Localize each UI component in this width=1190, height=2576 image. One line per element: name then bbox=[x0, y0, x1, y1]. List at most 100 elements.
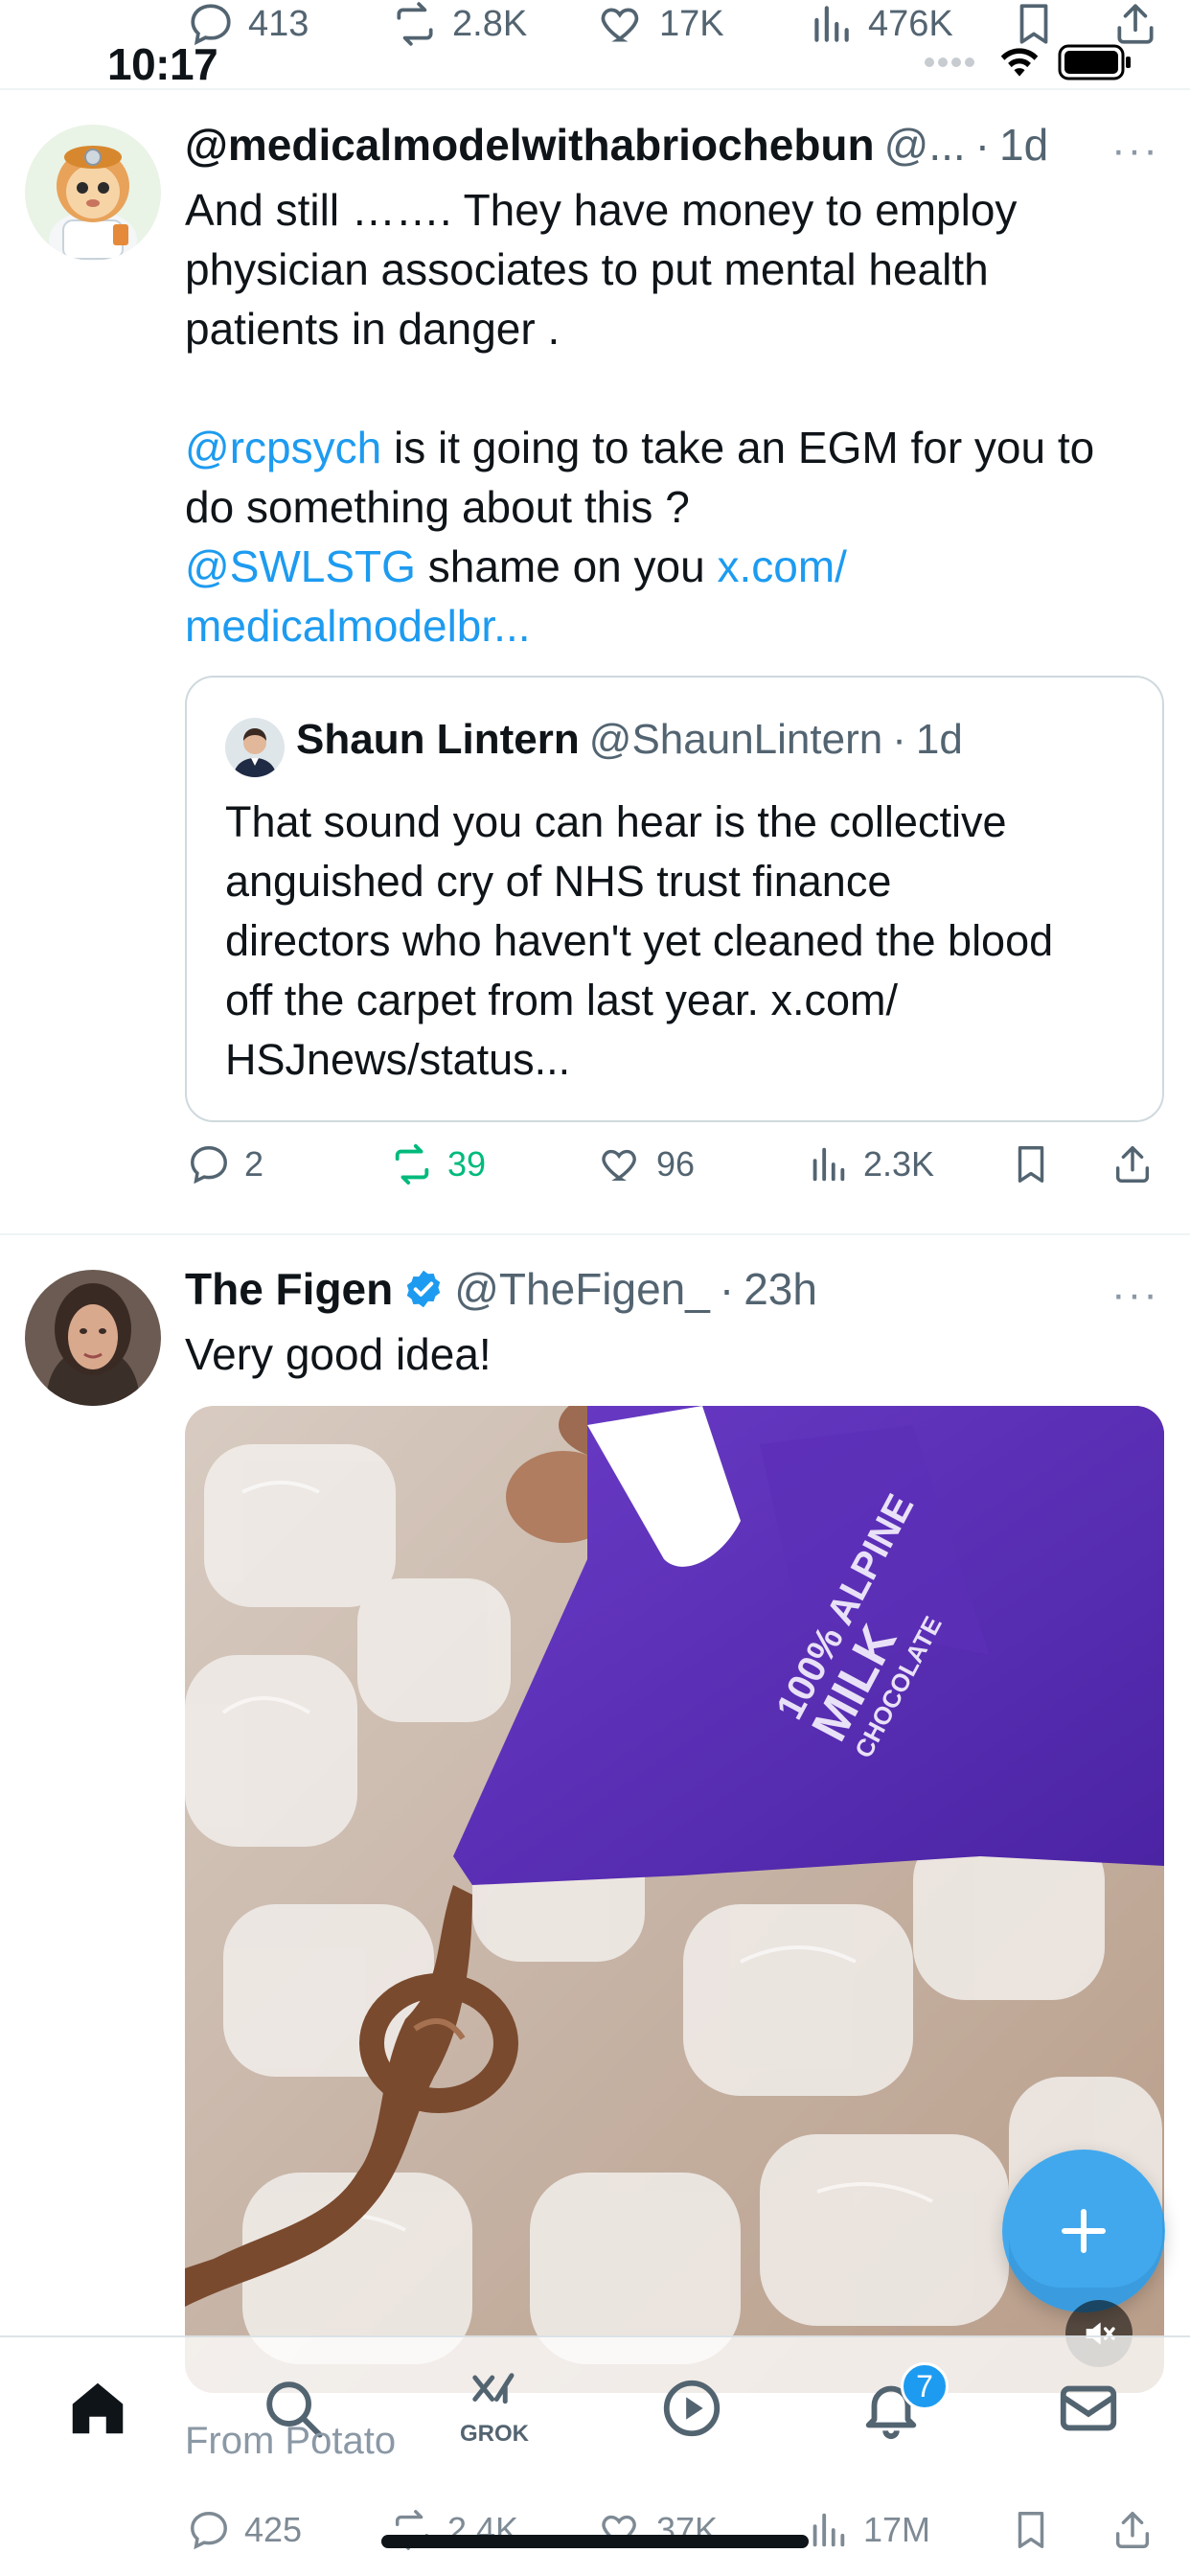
share-button[interactable] bbox=[1110, 1142, 1155, 1186]
author-name[interactable]: @medicalmodelwithabriochebun bbox=[185, 119, 875, 171]
bookmark-icon bbox=[1018, 2512, 1044, 2548]
tweet-line: patients in danger . bbox=[185, 304, 561, 354]
reply-button[interactable]: 425 bbox=[187, 2508, 302, 2552]
separator: · bbox=[974, 120, 991, 170]
quote-time: 1d bbox=[915, 716, 963, 763]
views-button[interactable]: 17M bbox=[806, 2508, 930, 2552]
author-handle[interactable]: @TheFigen_ bbox=[454, 1263, 710, 1315]
grok-icon bbox=[472, 2373, 515, 2404]
tweet-actions: 2 39 96 2.3K bbox=[185, 1142, 1164, 1200]
share-icon bbox=[1115, 1146, 1150, 1183]
quote-author-handle[interactable]: @ShaunLintern bbox=[589, 716, 882, 764]
reply-icon bbox=[191, 1146, 227, 1184]
nav-home[interactable] bbox=[50, 2360, 146, 2456]
share-icon bbox=[1115, 2512, 1150, 2548]
views-icon bbox=[812, 2513, 845, 2547]
play-circle-icon bbox=[663, 2380, 721, 2437]
like-count: 17K bbox=[659, 3, 724, 44]
tweet-link-continued[interactable]: medicalmodelbr... bbox=[185, 596, 1172, 656]
heart-icon bbox=[601, 8, 639, 42]
quote-tweet-card[interactable]: Shaun Lintern @ShaunLintern · 1d That so… bbox=[185, 676, 1164, 1122]
tweet-header: The Figen @TheFigen_ · 23h bbox=[185, 1263, 817, 1315]
tweet-line: @rcpsych is it going to take an EGM for … bbox=[185, 418, 1172, 477]
notifications-badge: 7 bbox=[901, 2362, 949, 2410]
avatar[interactable] bbox=[25, 125, 161, 261]
nav-messages[interactable] bbox=[1041, 2360, 1136, 2456]
quote-line: HSJnews/status... bbox=[225, 1035, 571, 1084]
quote-line: off the carpet from last year. x.com/ bbox=[225, 976, 898, 1024]
bookmark-icon bbox=[1019, 4, 1048, 44]
divider bbox=[0, 88, 1190, 90]
reply-count: 2 bbox=[244, 1144, 264, 1184]
nav-grok[interactable]: GROK bbox=[446, 2360, 542, 2456]
like-button[interactable]: 96 bbox=[599, 1142, 695, 1186]
person-photo-icon bbox=[225, 718, 285, 777]
share-button[interactable] bbox=[1111, 0, 1159, 48]
views-count: 476K bbox=[868, 3, 953, 44]
views-count: 17M bbox=[863, 2510, 931, 2549]
mention-rcpsych[interactable]: @rcpsych bbox=[185, 423, 381, 472]
tweet-time[interactable]: 1d bbox=[999, 119, 1048, 171]
quote-line: directors who haven't yet cleaned the bl… bbox=[225, 916, 1054, 965]
like-button[interactable]: 17K bbox=[598, 0, 724, 48]
more-options-button[interactable]: ··· bbox=[1111, 1271, 1159, 1319]
bookmark-button[interactable] bbox=[1009, 1142, 1053, 1186]
views-button[interactable]: 2.3K bbox=[806, 1142, 934, 1186]
status-time: 10:17 bbox=[107, 39, 218, 89]
like-count: 96 bbox=[656, 1144, 696, 1184]
tweet-text: Very good idea! bbox=[185, 1329, 492, 1379]
reply-button[interactable]: 2 bbox=[187, 1142, 263, 1186]
author-handle[interactable]: @... bbox=[884, 119, 966, 171]
tweet-time[interactable]: 23h bbox=[744, 1263, 817, 1315]
share-button[interactable] bbox=[1110, 2508, 1155, 2552]
bookmark-button[interactable] bbox=[1009, 2508, 1053, 2552]
status-icons bbox=[924, 44, 1133, 80]
tweet-line: @SWLSTG shame on you x.com/ bbox=[185, 537, 1172, 596]
author-name[interactable]: The Figen bbox=[185, 1263, 393, 1315]
reply-icon bbox=[191, 2512, 227, 2550]
tweet-line-text: shame on you bbox=[415, 541, 718, 591]
verified-badge-icon bbox=[407, 1270, 441, 1308]
battery-icon bbox=[1058, 44, 1131, 80]
avatar[interactable] bbox=[25, 1270, 161, 1406]
views-button[interactable]: 476K bbox=[807, 0, 953, 48]
mail-icon bbox=[1060, 2385, 1117, 2431]
quote-author-name[interactable]: Shaun Lintern bbox=[296, 716, 580, 764]
heart-icon bbox=[602, 1149, 636, 1182]
mention-swlstg[interactable]: @SWLSTG bbox=[185, 541, 416, 591]
cartoon-doctor-avatar-icon bbox=[25, 125, 161, 261]
from-label: From Potato bbox=[185, 2420, 397, 2462]
repost-button[interactable]: 2.8K bbox=[391, 0, 527, 48]
repost-count: 2.8K bbox=[452, 3, 528, 44]
quote-header: Shaun Lintern @ShaunLintern · 1d bbox=[296, 716, 963, 764]
quote-line: That sound you can hear is the collectiv… bbox=[225, 797, 1007, 846]
bookmark-button[interactable] bbox=[1010, 0, 1058, 48]
quote-line: anguished cry of NHS trust finance bbox=[225, 857, 892, 906]
reply-count: 413 bbox=[248, 3, 309, 44]
wifi-icon bbox=[1000, 48, 1039, 77]
woman-portrait-avatar-icon bbox=[25, 1270, 161, 1406]
repost-icon bbox=[397, 2, 433, 46]
home-indicator bbox=[381, 2535, 809, 2548]
tweet-line: do something about this ? bbox=[185, 482, 690, 532]
nav-video[interactable] bbox=[644, 2360, 740, 2456]
grok-label: GROK bbox=[460, 2421, 529, 2447]
more-options-button[interactable]: ··· bbox=[1111, 126, 1159, 174]
compose-button[interactable] bbox=[1002, 2150, 1165, 2312]
home-icon bbox=[72, 2382, 124, 2434]
tweet-link[interactable]: x.com/ bbox=[717, 541, 846, 591]
repost-icon bbox=[395, 1143, 429, 1185]
quote-text: That sound you can hear is the collectiv… bbox=[225, 793, 1145, 1090]
quote-avatar[interactable] bbox=[225, 718, 285, 777]
tweet-line: And still ……. They have money to employ bbox=[185, 185, 1018, 235]
views-count: 2.3K bbox=[863, 1144, 935, 1184]
repost-button[interactable]: 39 bbox=[390, 1142, 486, 1186]
tweet-line: physician associates to put mental healt… bbox=[185, 244, 989, 294]
plus-icon bbox=[1062, 2209, 1106, 2253]
tweet-header: @medicalmodelwithabriochebun @... · 1d bbox=[185, 119, 1048, 171]
separator: · bbox=[719, 1264, 735, 1314]
tweet-line-text: is it going to take an EGM for you to bbox=[381, 423, 1095, 472]
signal-icon bbox=[925, 58, 974, 67]
divider bbox=[0, 1233, 1190, 1235]
